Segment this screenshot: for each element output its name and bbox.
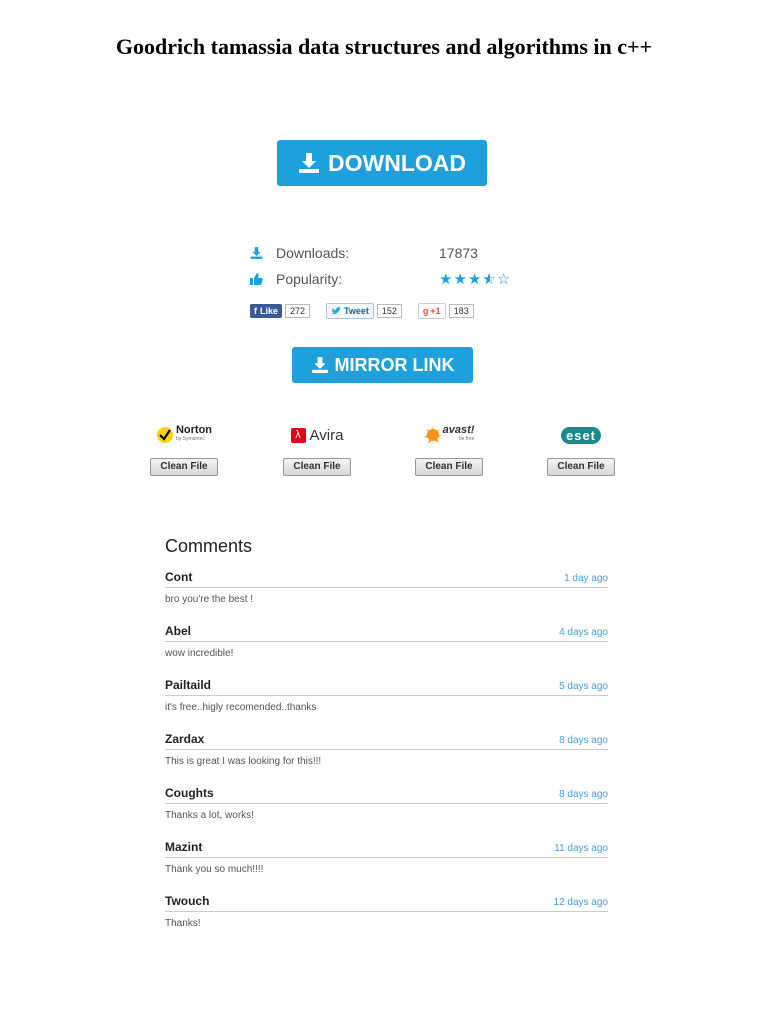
avira-logo: λ Avira — [283, 422, 351, 448]
comment-author: Twouch — [165, 894, 210, 908]
eset-clean-file-button[interactable]: Clean File — [547, 458, 615, 476]
comment-time[interactable]: 12 days ago — [554, 897, 609, 908]
antivirus-avira: λ Avira Clean File — [283, 422, 351, 476]
mirror-link-label: MIRROR LINK — [334, 354, 455, 375]
comment-time[interactable]: 11 days ago — [554, 843, 608, 854]
avira-clean-file-button[interactable]: Clean File — [283, 458, 351, 476]
downloads-value: 17873 — [439, 245, 478, 261]
comments-section: Comments Cont 1 day ago bro you're the be… — [165, 536, 608, 948]
comment-text: Thanks! — [165, 918, 201, 929]
download-count-icon — [250, 247, 276, 259]
googleplus-button[interactable]: g +1 — [417, 303, 446, 319]
comment-author: Pailtaild — [165, 678, 212, 692]
comment-item: Coughts 8 days ago Thanks a lot, works! — [165, 786, 608, 840]
comment-author: Abel — [165, 624, 192, 638]
star-full-icon: ★ — [467, 271, 483, 288]
comment-text: it's free..higly recomended..thanks — [165, 702, 317, 713]
popularity-label: Popularity: — [276, 271, 343, 287]
comment-author: Zardax — [165, 732, 205, 746]
comment-text: Thanks a lot, works! — [165, 810, 254, 821]
avast-logo: avast! be free — [415, 422, 483, 448]
tweet-count: 152 — [376, 304, 402, 318]
norton-check-icon — [156, 427, 173, 443]
avira-icon: λ — [290, 427, 306, 443]
social-share-bar: f Like 272 Tweet 152 g +1 183 — [250, 303, 490, 319]
facebook-icon: f — [254, 306, 257, 316]
comment-time[interactable]: 5 days ago — [559, 681, 608, 692]
googleplus-count: 183 — [448, 304, 474, 318]
file-stats: Downloads: 17873 Popularity: ★★★☆★☆ — [250, 240, 540, 292]
avast-clean-file-button[interactable]: Clean File — [415, 458, 483, 476]
comment-text: Thank you so much!!!! — [165, 864, 264, 875]
popularity-row: Popularity: ★★★☆★☆ — [250, 266, 540, 292]
download-icon — [311, 357, 328, 373]
avast-icon — [423, 426, 442, 444]
download-button-label: DOWNLOAD — [328, 149, 466, 176]
download-icon — [299, 153, 319, 173]
comment-author: Coughts — [165, 786, 214, 800]
googleplus-icon: g — [422, 306, 429, 316]
comment-text: wow incredible! — [165, 648, 234, 659]
star-half-icon: ☆★ — [482, 271, 497, 288]
star-full-icon: ★ — [439, 271, 454, 288]
comment-author: Cont — [165, 570, 193, 584]
facebook-like[interactable]: f Like 272 — [250, 303, 311, 319]
page-title: Goodrich tamassia data structures and al… — [115, 34, 653, 59]
comment-time[interactable]: 8 days ago — [559, 735, 608, 746]
comment-text: bro you're the best ! — [165, 594, 254, 605]
star-full-icon: ★ — [453, 271, 468, 288]
comment-item: Pailtaild 5 days ago it's free..higly rec… — [165, 678, 608, 732]
comment-item: Abel 4 days ago wow incredible! — [165, 624, 608, 678]
downloads-label: Downloads: — [276, 245, 350, 261]
eset-logo: eset — [547, 422, 615, 448]
comment-item: Cont 1 day ago bro you're the best ! — [165, 570, 608, 624]
norton-clean-file-button[interactable]: Clean File — [150, 458, 218, 476]
comment-time[interactable]: 4 days ago — [559, 627, 608, 638]
comment-text: This is great I was looking for this!!! — [165, 756, 322, 767]
comment-item: Twouch 12 days ago Thanks! — [165, 894, 608, 948]
comments-heading: Comments — [165, 536, 253, 556]
comment-item: Zardax 8 days ago This is great I was loo… — [165, 732, 608, 786]
comment-author: Mazint — [165, 840, 203, 854]
popularity-stars: ★★★☆★☆ — [439, 270, 511, 288]
twitter-tweet[interactable]: Tweet 152 — [326, 303, 402, 319]
downloads-row: Downloads: 17873 — [250, 240, 540, 266]
twitter-bird-icon — [331, 307, 342, 314]
mirror-link-button[interactable]: MIRROR LINK — [292, 347, 473, 383]
tweet-button[interactable]: Tweet — [326, 303, 374, 319]
antivirus-eset: eset Clean File — [547, 422, 615, 476]
star-empty-icon: ☆ — [496, 271, 512, 288]
thumbs-up-icon — [250, 273, 276, 285]
comment-time[interactable]: 8 days ago — [559, 789, 608, 800]
download-button[interactable]: DOWNLOAD — [277, 140, 487, 186]
comment-time[interactable]: 1 day ago — [564, 573, 608, 584]
norton-logo: Norton by Symantec — [150, 422, 218, 448]
antivirus-avast: avast! be free Clean File — [415, 422, 483, 476]
googleplus-share[interactable]: g +1 183 — [417, 303, 474, 319]
comment-item: Mazint 11 days ago Thank you so much!!!! — [165, 840, 608, 894]
facebook-like-count: 272 — [285, 304, 311, 318]
facebook-like-button[interactable]: f Like — [250, 304, 283, 318]
antivirus-norton: Norton by Symantec Clean File — [150, 422, 218, 476]
